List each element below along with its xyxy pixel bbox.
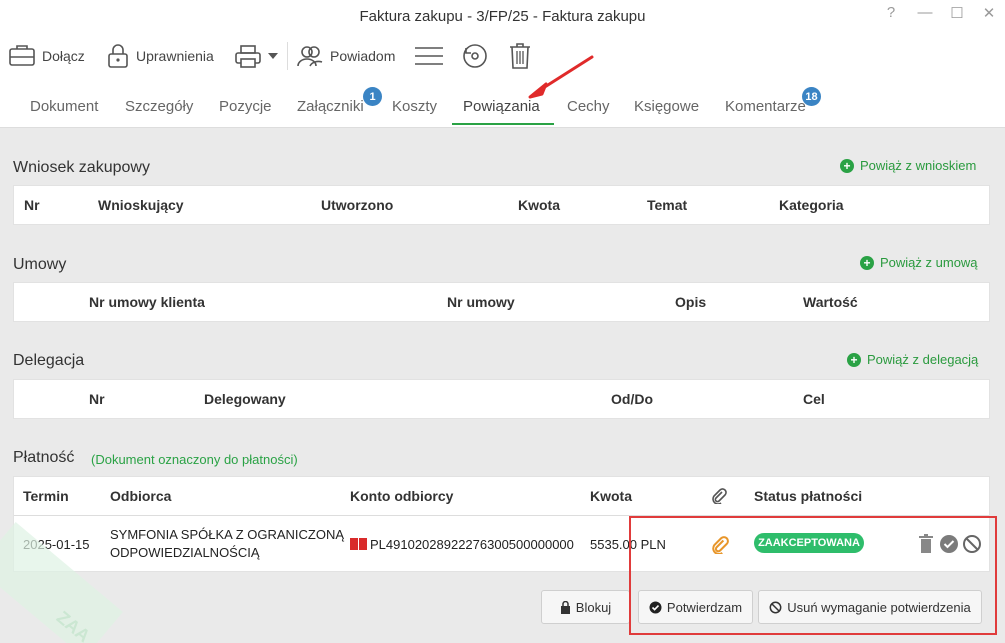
recipient-account: PL49102028922276300500000000 bbox=[370, 537, 574, 552]
window-title: Faktura zakupu - 3/FP/25 - Faktura zakup… bbox=[359, 8, 646, 25]
paperclip-icon bbox=[712, 488, 727, 504]
delegation-table: Nr Delegowany Od/Do Cel bbox=[13, 379, 990, 419]
flag-icon bbox=[359, 538, 367, 550]
link-purchase-request-label: Powiąż z wnioskiem bbox=[860, 158, 977, 173]
column-header: Wnioskujący bbox=[98, 197, 184, 213]
link-delegation-label: Powiąż z delegacją bbox=[867, 352, 979, 367]
tab-szczegoly[interactable]: Szczegóły bbox=[125, 98, 193, 115]
notify-button[interactable]: Powiadom bbox=[296, 40, 395, 72]
column-header: Termin bbox=[23, 488, 69, 504]
permissions-button[interactable]: Uprawnienia bbox=[106, 40, 214, 72]
toolbar: Dołącz Uprawnienia Powiadom bbox=[0, 34, 1005, 80]
comments-count-badge: 18 bbox=[802, 87, 821, 106]
tab-komentarze[interactable]: Komentarze bbox=[725, 98, 806, 115]
toolbar-divider bbox=[287, 42, 288, 70]
block-button[interactable]: Blokuj bbox=[541, 590, 630, 624]
tab-bar: Dokument Szczegóły Pozycje Załączniki 1 … bbox=[0, 80, 1005, 128]
close-button[interactable]: ✕ bbox=[979, 4, 999, 22]
recipient-name: SYMFONIA SPÓŁKA Z OGRANICZONĄ bbox=[110, 527, 345, 542]
purchase-request-title: Wniosek zakupowy bbox=[13, 159, 150, 176]
add-icon: + bbox=[840, 158, 854, 173]
history-button[interactable] bbox=[461, 40, 489, 72]
annotation-highlight-box bbox=[629, 516, 997, 635]
restore-icon bbox=[463, 44, 487, 68]
attachments-count-badge: 1 bbox=[363, 87, 382, 106]
add-icon: + bbox=[847, 352, 861, 367]
contracts-table: Nr umowy klienta Nr umowy Opis Wartość bbox=[13, 282, 990, 322]
active-tab-indicator bbox=[452, 123, 554, 125]
flag-icon bbox=[350, 538, 358, 550]
print-button[interactable] bbox=[234, 40, 278, 72]
column-header: Konto odbiorcy bbox=[350, 488, 454, 504]
notify-label: Powiadom bbox=[330, 48, 396, 64]
attach-icon bbox=[9, 45, 35, 66]
column-header: Kategoria bbox=[779, 197, 844, 213]
link-contract-button[interactable]: + Powiąż z umową bbox=[860, 255, 978, 270]
payment-title: Płatność bbox=[13, 449, 75, 466]
column-header: Status płatności bbox=[754, 488, 863, 504]
maximize-button[interactable]: ☐ bbox=[947, 4, 967, 22]
column-header: Temat bbox=[647, 197, 688, 213]
tab-pozycje[interactable]: Pozycje bbox=[219, 98, 272, 115]
column-header: Kwota bbox=[518, 197, 560, 213]
column-header: Nr umowy bbox=[447, 294, 515, 310]
menu-button[interactable] bbox=[414, 40, 444, 72]
minimize-button[interactable]: — bbox=[915, 4, 935, 21]
block-label: Blokuj bbox=[575, 599, 612, 615]
contracts-title: Umowy bbox=[13, 256, 67, 273]
users-icon bbox=[297, 46, 323, 67]
tab-zalaczniki[interactable]: Załączniki bbox=[297, 98, 364, 115]
column-header: Opis bbox=[675, 294, 707, 310]
tab-ksiegowe[interactable]: Księgowe bbox=[634, 98, 699, 115]
column-header: Kwota bbox=[590, 488, 632, 504]
printer-icon bbox=[235, 45, 261, 68]
payment-note: (Dokument oznaczony do płatności) bbox=[91, 452, 298, 467]
menu-icon bbox=[415, 47, 443, 65]
column-header: Odbiorca bbox=[110, 488, 172, 504]
link-delegation-button[interactable]: + Powiąż z delegacją bbox=[847, 352, 978, 367]
annotation-arrow-icon bbox=[528, 55, 594, 99]
attach-label: Dołącz bbox=[42, 48, 85, 64]
column-header: Wartość bbox=[803, 294, 858, 310]
tab-dokument[interactable]: Dokument bbox=[30, 98, 98, 115]
column-header: Delegowany bbox=[204, 391, 286, 407]
permissions-label: Uprawnienia bbox=[136, 48, 214, 64]
delegation-title: Delegacja bbox=[13, 352, 85, 369]
tab-koszty[interactable]: Koszty bbox=[392, 98, 437, 115]
lock-icon bbox=[108, 44, 128, 68]
column-header: Cel bbox=[803, 391, 825, 407]
column-header: Nr bbox=[24, 197, 40, 213]
column-header: Nr umowy klienta bbox=[89, 294, 205, 310]
title-bar: Faktura zakupu - 3/FP/25 - Faktura zakup… bbox=[0, 0, 1005, 34]
lock-icon bbox=[560, 600, 570, 614]
link-contract-label: Powiąż z umową bbox=[880, 255, 978, 270]
add-icon: + bbox=[860, 255, 874, 270]
purchase-request-table: Nr Wnioskujący Utworzono Kwota Temat Kat… bbox=[13, 185, 990, 225]
link-purchase-request-button[interactable]: + Powiąż z wnioskiem bbox=[840, 158, 976, 173]
column-header: Utworzono bbox=[321, 197, 394, 213]
recipient-name-cont: ODPOWIEDZIALNOŚCIĄ bbox=[110, 545, 260, 560]
column-header: Od/Do bbox=[611, 391, 653, 407]
attach-button[interactable]: Dołącz bbox=[8, 40, 85, 72]
help-button[interactable]: ? bbox=[881, 4, 901, 21]
chevron-down-icon bbox=[268, 53, 278, 59]
column-header: Nr bbox=[89, 391, 105, 407]
